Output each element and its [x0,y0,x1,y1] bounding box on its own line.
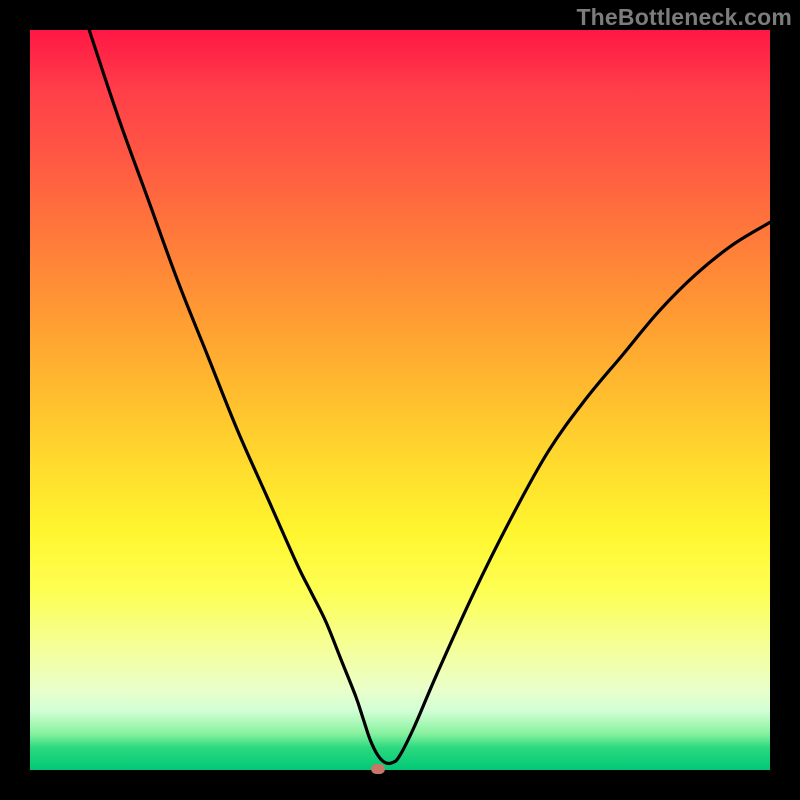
optimum-marker [371,764,385,774]
bottleneck-curve [30,30,770,770]
source-label: TheBottleneck.com [576,4,792,31]
chart-frame: TheBottleneck.com [0,0,800,800]
chart-plot-area [30,30,770,770]
